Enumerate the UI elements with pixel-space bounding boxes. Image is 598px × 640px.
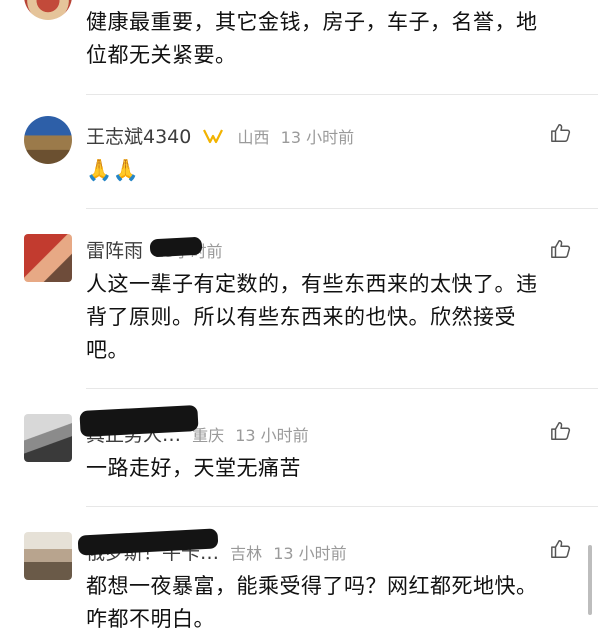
vip-badge-icon — [202, 127, 224, 149]
location: 吉林 — [230, 544, 263, 563]
username[interactable]: 雷阵雨 — [86, 240, 143, 262]
divider — [86, 506, 598, 507]
avatar[interactable] — [24, 234, 72, 282]
timestamp: 13 小时前 — [280, 128, 355, 147]
comment-text: 健康最重要，其它金钱，房子，车子，名誉，地位都无关紧要。 — [86, 10, 538, 67]
comment-text: 一路走好，天堂无痛苦 — [86, 456, 301, 480]
like-button[interactable] — [550, 538, 572, 560]
divider — [86, 388, 598, 389]
timestamp: 13 小时前 — [273, 544, 347, 563]
thumbs-up-icon — [551, 422, 571, 440]
comment-meta: 王志斌4340 山西 13 小时前 — [86, 122, 354, 149]
location: 重庆 — [192, 426, 225, 445]
thumbs-up-icon — [551, 124, 571, 142]
location: 山西 — [237, 128, 270, 147]
avatar[interactable] — [24, 0, 72, 20]
like-button[interactable] — [550, 122, 572, 144]
avatar[interactable] — [24, 532, 72, 580]
comment-text: 都想一夜暴富，能乘受得了吗？网红都死地快。咋都不明白。 — [86, 574, 538, 631]
avatar[interactable] — [24, 414, 72, 462]
divider — [86, 94, 598, 95]
timestamp: 13 小时前 — [235, 426, 309, 445]
username[interactable]: 王志斌4340 — [86, 126, 191, 148]
divider — [86, 208, 598, 209]
comment-text: 🙏🙏 — [86, 158, 140, 182]
comment-text: 人这一辈子有定数的，有些东西来的太快了。违背了原则。所以有些东西来的也快。欣然接… — [86, 272, 538, 362]
like-button[interactable] — [550, 238, 572, 260]
thumbs-up-icon — [551, 540, 571, 558]
scrollbar[interactable] — [588, 545, 592, 615]
avatar[interactable] — [24, 116, 72, 164]
redaction-mark — [149, 236, 203, 258]
thumbs-up-icon — [551, 240, 571, 258]
like-button[interactable] — [550, 420, 572, 442]
